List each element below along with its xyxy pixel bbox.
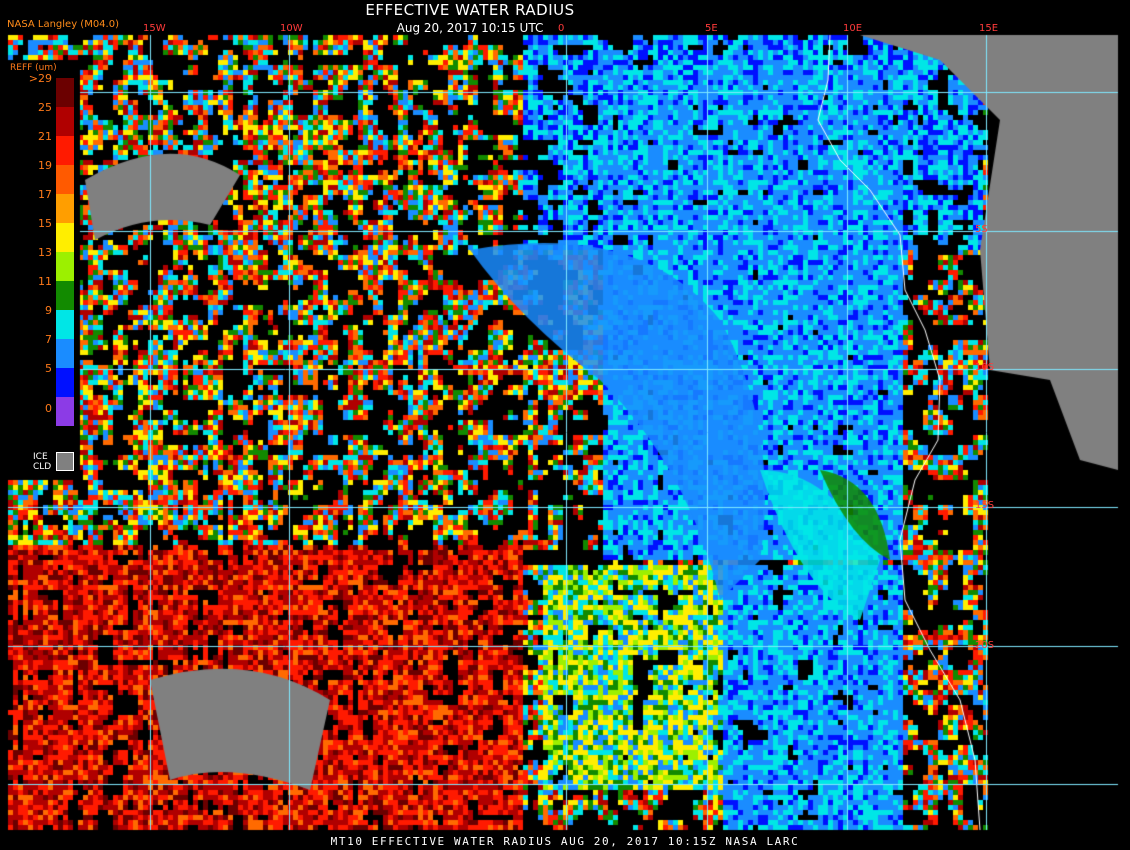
ice-label-1: ICE: [33, 452, 48, 462]
ice-cloud-swatch: [56, 452, 74, 471]
legend-tick-label: 7: [45, 333, 52, 346]
latitude-label: 20S: [975, 640, 995, 651]
legend-tick-label: 9: [45, 304, 52, 317]
legend-tick-label: 21: [38, 130, 52, 143]
map-datetime: Aug 20, 2017 10:15 UTC: [396, 21, 544, 35]
legend-swatch: [56, 78, 74, 107]
legend-tick-label: 11: [38, 275, 52, 288]
longitude-label: 15W: [143, 23, 166, 34]
legend-tick-label: 13: [38, 246, 52, 259]
legend-swatch: [56, 339, 74, 368]
legend-tick-label: 25: [38, 101, 52, 114]
legend-swatch: [56, 310, 74, 339]
legend-tick-label: 17: [38, 188, 52, 201]
legend-swatch: [56, 397, 74, 426]
legend-tick-label: 0: [45, 402, 52, 415]
legend-tick-label: 5: [45, 362, 52, 375]
longitude-label: 10W: [280, 23, 303, 34]
ice-label-2: CLD: [33, 462, 52, 472]
legend-swatch: [56, 165, 74, 194]
legend-swatch: [56, 107, 74, 136]
legend-tick-label: 19: [38, 159, 52, 172]
source-label: NASA Langley (M04.0): [7, 19, 119, 30]
legend-swatch: [56, 252, 74, 281]
latitude-label: 5S: [975, 224, 988, 235]
legend-tick-label: >29: [28, 72, 52, 85]
longitude-label: 10E: [843, 23, 863, 34]
footer-caption: MT10 EFFECTIVE WATER RADIUS AUG 20, 2017…: [330, 835, 800, 848]
longitude-label: 5E: [705, 23, 718, 34]
legend-swatch: [56, 194, 74, 223]
latitude-label: 15S: [975, 500, 995, 511]
legend-swatch: [56, 223, 74, 252]
legend-swatch: [56, 136, 74, 165]
longitude-label: 0: [558, 23, 565, 34]
map-title: EFFECTIVE WATER RADIUS: [365, 1, 575, 19]
cloud-effective-radius-map: [0, 0, 1130, 850]
longitude-label: 15E: [979, 23, 999, 34]
legend-swatch: [56, 368, 74, 397]
latitude-label: 10S: [975, 362, 995, 373]
legend-swatch: [56, 281, 74, 310]
legend-tick-label: 15: [38, 217, 52, 230]
color-legend: REFF (um) >29 25 21 19 17 15 13 11 9 7 5 0 ICE CLD: [8, 63, 78, 483]
